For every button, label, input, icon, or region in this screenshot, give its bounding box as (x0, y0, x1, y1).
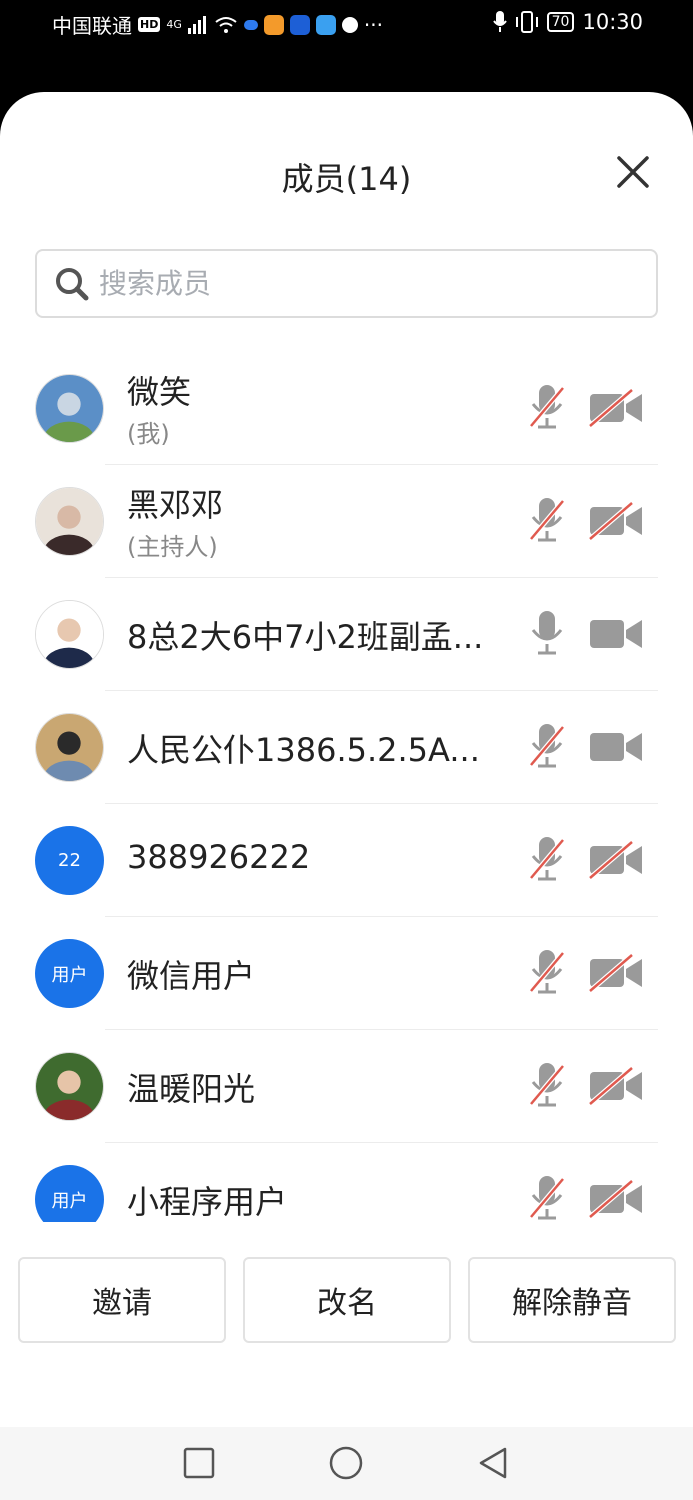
mic-icon[interactable] (527, 608, 567, 658)
back-icon[interactable] (475, 1445, 511, 1481)
camera-icon[interactable] (588, 1179, 644, 1219)
vibrate-icon (515, 11, 538, 33)
member-row[interactable]: 用户 微信用户 (0, 917, 693, 1030)
mic-icon[interactable] (527, 721, 567, 771)
app-icon-2 (263, 14, 284, 35)
avatar-photo (36, 1053, 103, 1120)
clock: 10:30 (582, 10, 643, 34)
camera-icon[interactable] (588, 388, 644, 428)
avatar (35, 487, 104, 556)
mic-icon[interactable] (527, 382, 567, 432)
avatar-photo (36, 375, 103, 442)
home-icon[interactable] (328, 1445, 364, 1481)
mic-icon[interactable] (527, 947, 567, 997)
member-row[interactable]: 8总2大6中7小2班副孟... (0, 578, 693, 691)
network-label: 4G (166, 18, 182, 31)
mic-icon[interactable] (527, 495, 567, 545)
invite-button[interactable]: 邀请 (18, 1257, 226, 1343)
avatar (35, 374, 104, 443)
recent-apps-icon[interactable] (181, 1445, 217, 1481)
member-row[interactable]: 温暖阳光 (0, 1030, 693, 1143)
rename-button[interactable]: 改名 (243, 1257, 451, 1343)
wifi-icon (215, 16, 237, 33)
avatar (35, 1052, 104, 1121)
carrier-label: 中国联通 (52, 14, 132, 38)
app-icon-4 (315, 14, 336, 35)
avatar-photo (36, 601, 103, 668)
member-role: (主持人) (127, 533, 218, 561)
avatar: 22 (35, 826, 104, 895)
camera-icon[interactable] (588, 953, 644, 993)
member-row[interactable]: 用户 小程序用户 (0, 1143, 693, 1222)
hd-badge: HD (138, 17, 161, 32)
member-name: 小程序用户 (127, 1183, 288, 1221)
more-notifications-icon: ··· (363, 12, 383, 37)
member-row[interactable]: 22 388926222 (0, 804, 693, 917)
member-name: 8总2大6中7小2班副孟... (127, 618, 484, 656)
action-bar: 邀请 改名 解除静音 (18, 1257, 676, 1343)
camera-icon[interactable] (588, 727, 644, 767)
avatar: 用户 (35, 1165, 104, 1222)
search-input[interactable] (99, 267, 619, 300)
avatar-photo (36, 714, 103, 781)
app-icon-5 (341, 16, 358, 33)
mic-status-icon (492, 11, 507, 32)
avatar (35, 713, 104, 782)
system-nav-bar (0, 1427, 693, 1500)
battery-indicator: 70 (546, 12, 575, 32)
member-name: 微信用户 (127, 957, 256, 995)
unmute-all-button[interactable]: 解除静音 (468, 1257, 676, 1343)
members-sheet: 成员(14) 微笑 (我) 黑邓邓 (主持人) (0, 92, 693, 1427)
signal-icon (187, 15, 206, 34)
close-icon[interactable] (613, 152, 653, 192)
member-row[interactable]: 黑邓邓 (主持人) (0, 465, 693, 578)
avatar (35, 600, 104, 669)
member-row[interactable]: 微笑 (我) (0, 352, 693, 465)
avatar: 用户 (35, 939, 104, 1008)
camera-icon[interactable] (588, 840, 644, 880)
avatar-text: 用户 (51, 1190, 88, 1212)
search-icon (56, 267, 89, 300)
app-icon-3 (289, 14, 310, 35)
camera-icon[interactable] (588, 614, 644, 654)
member-name: 微笑 (127, 373, 192, 411)
avatar-photo (36, 488, 103, 555)
mic-icon[interactable] (527, 834, 567, 884)
avatar-text: 22 (58, 850, 81, 871)
search-box[interactable] (35, 249, 658, 318)
member-row[interactable]: 人民公仆1386.5.2.5A... (0, 691, 693, 804)
sheet-title: 成员(14) (281, 160, 412, 198)
mic-icon[interactable] (527, 1173, 567, 1222)
app-icon-1 (243, 19, 258, 30)
status-bar: 中国联通 HD 4G ··· 70 10:30 (0, 0, 693, 48)
mic-icon[interactable] (527, 1060, 567, 1110)
camera-icon[interactable] (588, 501, 644, 541)
member-name: 温暖阳光 (127, 1070, 256, 1108)
member-name: 人民公仆1386.5.2.5A... (127, 731, 480, 769)
member-list: 微笑 (我) 黑邓邓 (主持人) 8总2大6中7小2班副孟... 人民公仆138… (0, 352, 693, 1222)
member-name: 388926222 (127, 838, 311, 876)
camera-icon[interactable] (588, 1066, 644, 1106)
avatar-text: 用户 (51, 964, 88, 986)
member-role: (我) (127, 420, 170, 448)
member-name: 黑邓邓 (127, 486, 224, 524)
